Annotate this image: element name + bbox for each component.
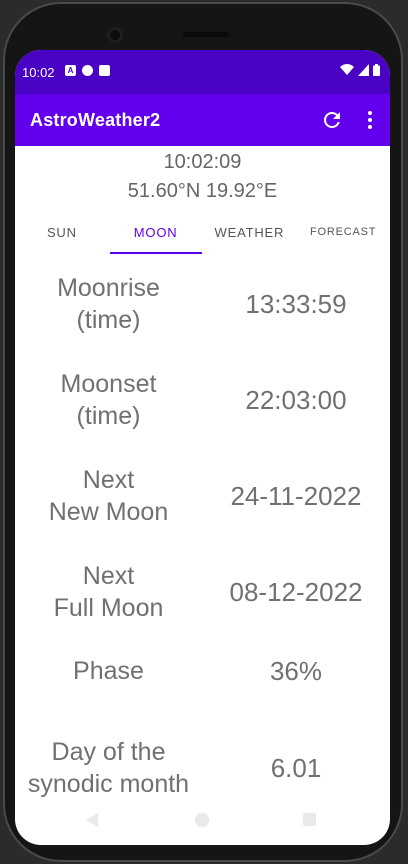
app-bar: AstroWeather2 <box>15 94 390 146</box>
moonset-value: 22:03:00 <box>245 384 347 415</box>
new-moon-label: Next New Moon <box>48 466 169 526</box>
full-moon-label: Next Full Moon <box>53 562 164 622</box>
notification-icons: A <box>65 65 110 76</box>
full-moon-value: 08-12-2022 <box>229 576 363 607</box>
new-moon-row: Next New Moon 24-11-2022 <box>15 462 390 530</box>
tab-moon[interactable]: MOON <box>109 210 203 254</box>
refresh-icon[interactable] <box>320 108 344 132</box>
battery-icon <box>373 64 380 76</box>
moonset-label: Moonset (time) <box>60 370 157 430</box>
status-bar: 10:02 A <box>15 50 390 94</box>
synodic-day-value: 6.01 <box>270 752 322 783</box>
front-camera <box>107 27 123 43</box>
data-saver-icon <box>82 65 93 76</box>
moonrise-row: Moonrise (time) 13:33:59 <box>15 270 390 338</box>
home-icon[interactable] <box>195 813 209 827</box>
moonrise-label: Moonrise (time) <box>57 274 160 334</box>
system-icons <box>340 64 380 76</box>
new-moon-value: 24-11-2022 <box>230 480 362 511</box>
earpiece-speaker <box>183 32 229 37</box>
tab-forecast[interactable]: FORECAST <box>296 210 390 254</box>
tab-weather[interactable]: WEATHER <box>203 210 297 254</box>
tab-sun[interactable]: SUN <box>15 210 109 254</box>
device-frame: 10:02 A AstroWeather2 10:02:09 51.60°N 1… <box>0 0 408 864</box>
moonrise-value: 13:33:59 <box>245 288 347 319</box>
synodic-day-label: Day of the synodic month <box>27 738 190 798</box>
signal-icon <box>358 64 369 76</box>
location-coordinates: 51.60°N 19.92°E <box>127 180 278 202</box>
synodic-day-row: Day of the synodic month 6.01 <box>15 734 390 802</box>
phase-value: 36% <box>269 655 323 686</box>
back-icon[interactable] <box>86 813 98 827</box>
status-time: 10:02 <box>22 65 55 80</box>
phase-label: Phase <box>73 657 144 685</box>
full-moon-row: Next Full Moon 08-12-2022 <box>15 558 390 626</box>
a-icon: A <box>65 65 76 76</box>
tab-bar: SUN MOON WEATHER FORECAST <box>15 210 390 254</box>
sd-card-icon <box>99 65 110 76</box>
current-time: 10:02:09 <box>163 151 242 173</box>
more-options-icon[interactable] <box>358 108 382 132</box>
recents-icon[interactable] <box>303 813 316 826</box>
navigation-bar <box>0 797 408 847</box>
moonset-row: Moonset (time) 22:03:00 <box>15 366 390 434</box>
header-info: 10:02:09 51.60°N 19.92°E <box>15 146 390 206</box>
app-title: AstroWeather2 <box>30 110 161 130</box>
phase-row: Phase 36% <box>15 654 390 688</box>
wifi-icon <box>340 64 354 75</box>
app-screen: 10:02 A AstroWeather2 10:02:09 51.60°N 1… <box>15 50 390 845</box>
